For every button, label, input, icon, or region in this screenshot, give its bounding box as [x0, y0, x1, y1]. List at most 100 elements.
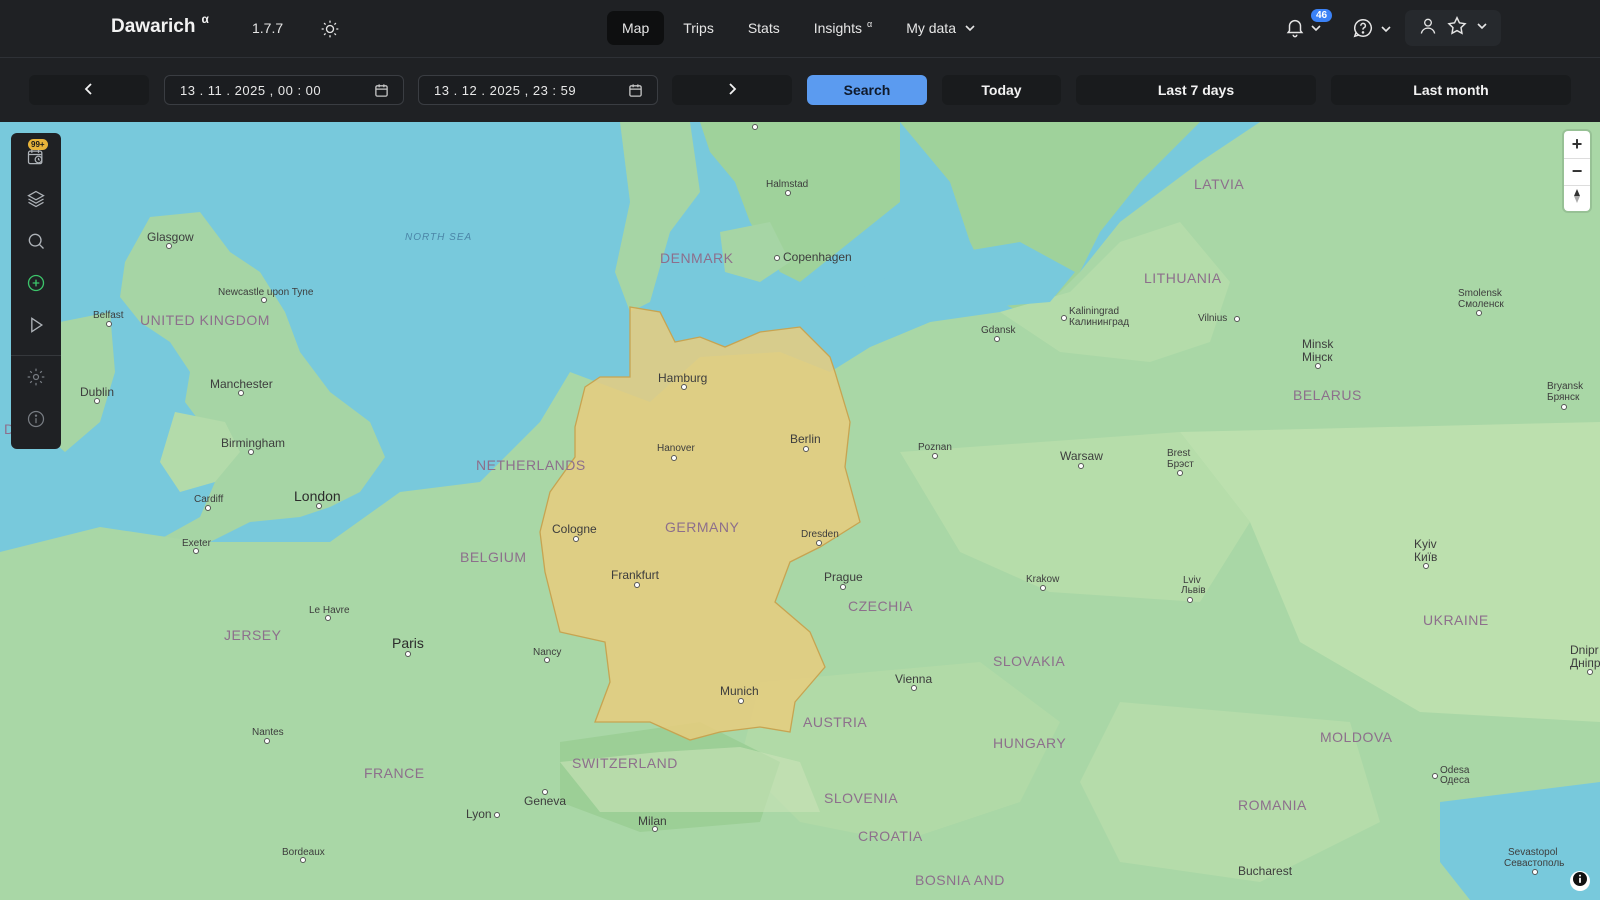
chevron-down-icon: [1476, 19, 1488, 37]
plus-circle-icon: [26, 273, 46, 298]
city-marker: [405, 651, 411, 657]
info-icon: [26, 409, 46, 434]
city-marker: [494, 812, 500, 818]
nav-my-data-label: My data: [906, 20, 956, 36]
nav-trips-label: Trips: [683, 20, 714, 36]
city-marker: [994, 336, 1000, 342]
map-attribution-info-button[interactable]: [1570, 871, 1590, 891]
city-label-bucharest: Bucharest: [1238, 864, 1293, 878]
city-marker: [774, 255, 780, 261]
city-marker: [932, 453, 938, 459]
city-marker: [1432, 773, 1438, 779]
city-label-dresden: Dresden: [801, 529, 839, 540]
sidebar-divider: [11, 355, 61, 356]
city-marker: [1532, 869, 1538, 875]
zoom-in-button[interactable]: +: [1564, 131, 1590, 157]
star-icon: [1446, 15, 1468, 42]
country-label-lithuania: LITHUANIA: [1144, 270, 1222, 286]
city-marker: [816, 540, 822, 546]
help-circle-icon: [1352, 17, 1374, 44]
reset-bearing-button[interactable]: [1564, 185, 1590, 211]
city-label-sevastopol-local: Севастополь: [1504, 858, 1565, 869]
city-marker: [106, 321, 112, 327]
country-label-germany: GERMANY: [665, 519, 740, 535]
help-button[interactable]: [1352, 17, 1392, 44]
user-icon: [1418, 16, 1438, 41]
calendar-icon[interactable]: [628, 83, 643, 98]
date-toolbar: 13 . 11 . 2025 , 00 : 00 13 . 12 . 2025 …: [0, 58, 1600, 122]
chevron-right-icon: [725, 82, 739, 99]
today-button[interactable]: Today: [942, 75, 1061, 105]
sidebar-add-button[interactable]: [24, 273, 48, 297]
layers-icon: [26, 189, 46, 214]
country-label-france: FRANCE: [364, 765, 425, 781]
app-root: Dawarich α 1.7.7 Map Trips Stats Insights…: [0, 0, 1600, 900]
nav-stats[interactable]: Stats: [733, 11, 795, 45]
city-label-dnipro: Dnipr: [1570, 643, 1599, 657]
country-label-latvia: LATVIA: [1194, 176, 1245, 192]
end-date-value: 13 . 12 . 2025 , 23 : 59: [434, 82, 577, 98]
city-label-gdansk: Gdansk: [981, 325, 1016, 336]
city-marker: [1187, 597, 1193, 603]
zoom-out-button[interactable]: −: [1564, 158, 1590, 184]
country-label-austria: AUSTRIA: [803, 714, 868, 730]
country-label-jersey: JERSEY: [224, 627, 282, 643]
search-button[interactable]: Search: [807, 75, 927, 105]
next-period-button[interactable]: [672, 75, 792, 105]
city-marker: [803, 446, 809, 452]
country-label-denmark: DENMARK: [660, 250, 734, 266]
city-label-le-havre: Le Havre: [309, 605, 350, 616]
city-label-geneva: Geneva: [524, 794, 567, 808]
city-label-nancy: Nancy: [533, 647, 562, 658]
sidebar-calendar-history-button[interactable]: [24, 147, 48, 171]
nav-trips[interactable]: Trips: [668, 11, 729, 45]
nav-insights-alpha: α: [866, 19, 873, 29]
bell-icon: [1284, 16, 1306, 43]
previous-period-button[interactable]: [29, 75, 149, 105]
city-marker: [573, 536, 579, 542]
country-label-romania: ROMANIA: [1238, 797, 1307, 813]
sidebar-settings-button[interactable]: [24, 367, 48, 391]
city-label-kaliningrad: Kaliningrad: [1069, 306, 1120, 317]
city-label-minsk: Minsk: [1302, 337, 1334, 351]
city-marker: [1476, 310, 1482, 316]
last-month-button[interactable]: Last month: [1331, 75, 1571, 105]
city-label-nantes: Nantes: [252, 727, 284, 738]
sidebar-layers-button[interactable]: [24, 189, 48, 213]
city-marker: [1078, 463, 1084, 469]
last-7-days-button[interactable]: Last 7 days: [1076, 75, 1316, 105]
city-label-cardiff: Cardiff: [194, 494, 224, 505]
country-label-hungary: HUNGARY: [993, 735, 1067, 751]
country-label-croatia: CROATIA: [858, 828, 923, 844]
nav-insights[interactable]: Insights α: [799, 11, 887, 45]
calendar-icon[interactable]: [374, 83, 389, 98]
sidebar-info-button[interactable]: [24, 409, 48, 433]
user-menu-button[interactable]: [1405, 10, 1501, 46]
theme-toggle-sun-icon[interactable]: [318, 17, 342, 41]
country-label-switzerland: SWITZERLAND: [572, 755, 678, 771]
chevron-down-icon: [964, 22, 976, 34]
city-label-bordeaux: Bordeaux: [282, 847, 325, 858]
end-date-input[interactable]: 13 . 12 . 2025 , 23 : 59: [418, 75, 658, 105]
start-date-input[interactable]: 13 . 11 . 2025 , 00 : 00: [164, 75, 404, 105]
nav-map[interactable]: Map: [607, 11, 665, 45]
city-label-manchester: Manchester: [210, 377, 273, 391]
city-marker: [1561, 404, 1567, 410]
city-label-munich: Munich: [720, 684, 759, 698]
map-canvas[interactable]: NORTH SEA DENMARK UNITED KINGDOM NETHERL…: [0, 122, 1600, 900]
city-label-bryansk-local: Брянск: [1547, 392, 1580, 403]
country-label-belarus: BELARUS: [1293, 387, 1362, 403]
city-label-dnipro-local: Дніпр: [1570, 656, 1600, 670]
city-label-krakow: Krakow: [1026, 574, 1060, 585]
sidebar-play-button[interactable]: [24, 315, 48, 339]
country-label-uk: UNITED KINGDOM: [140, 312, 270, 328]
city-marker: [785, 190, 791, 196]
city-marker: [634, 582, 640, 588]
sidebar-search-button[interactable]: [24, 231, 48, 255]
chevron-down-icon: [1310, 21, 1322, 39]
city-label-minsk-local: Мінск: [1302, 350, 1333, 364]
nav-my-data[interactable]: My data: [891, 11, 991, 45]
search-icon: [26, 231, 46, 256]
city-label-frankfurt: Frankfurt: [611, 568, 660, 582]
app-logo[interactable]: Dawarich α: [111, 12, 209, 38]
